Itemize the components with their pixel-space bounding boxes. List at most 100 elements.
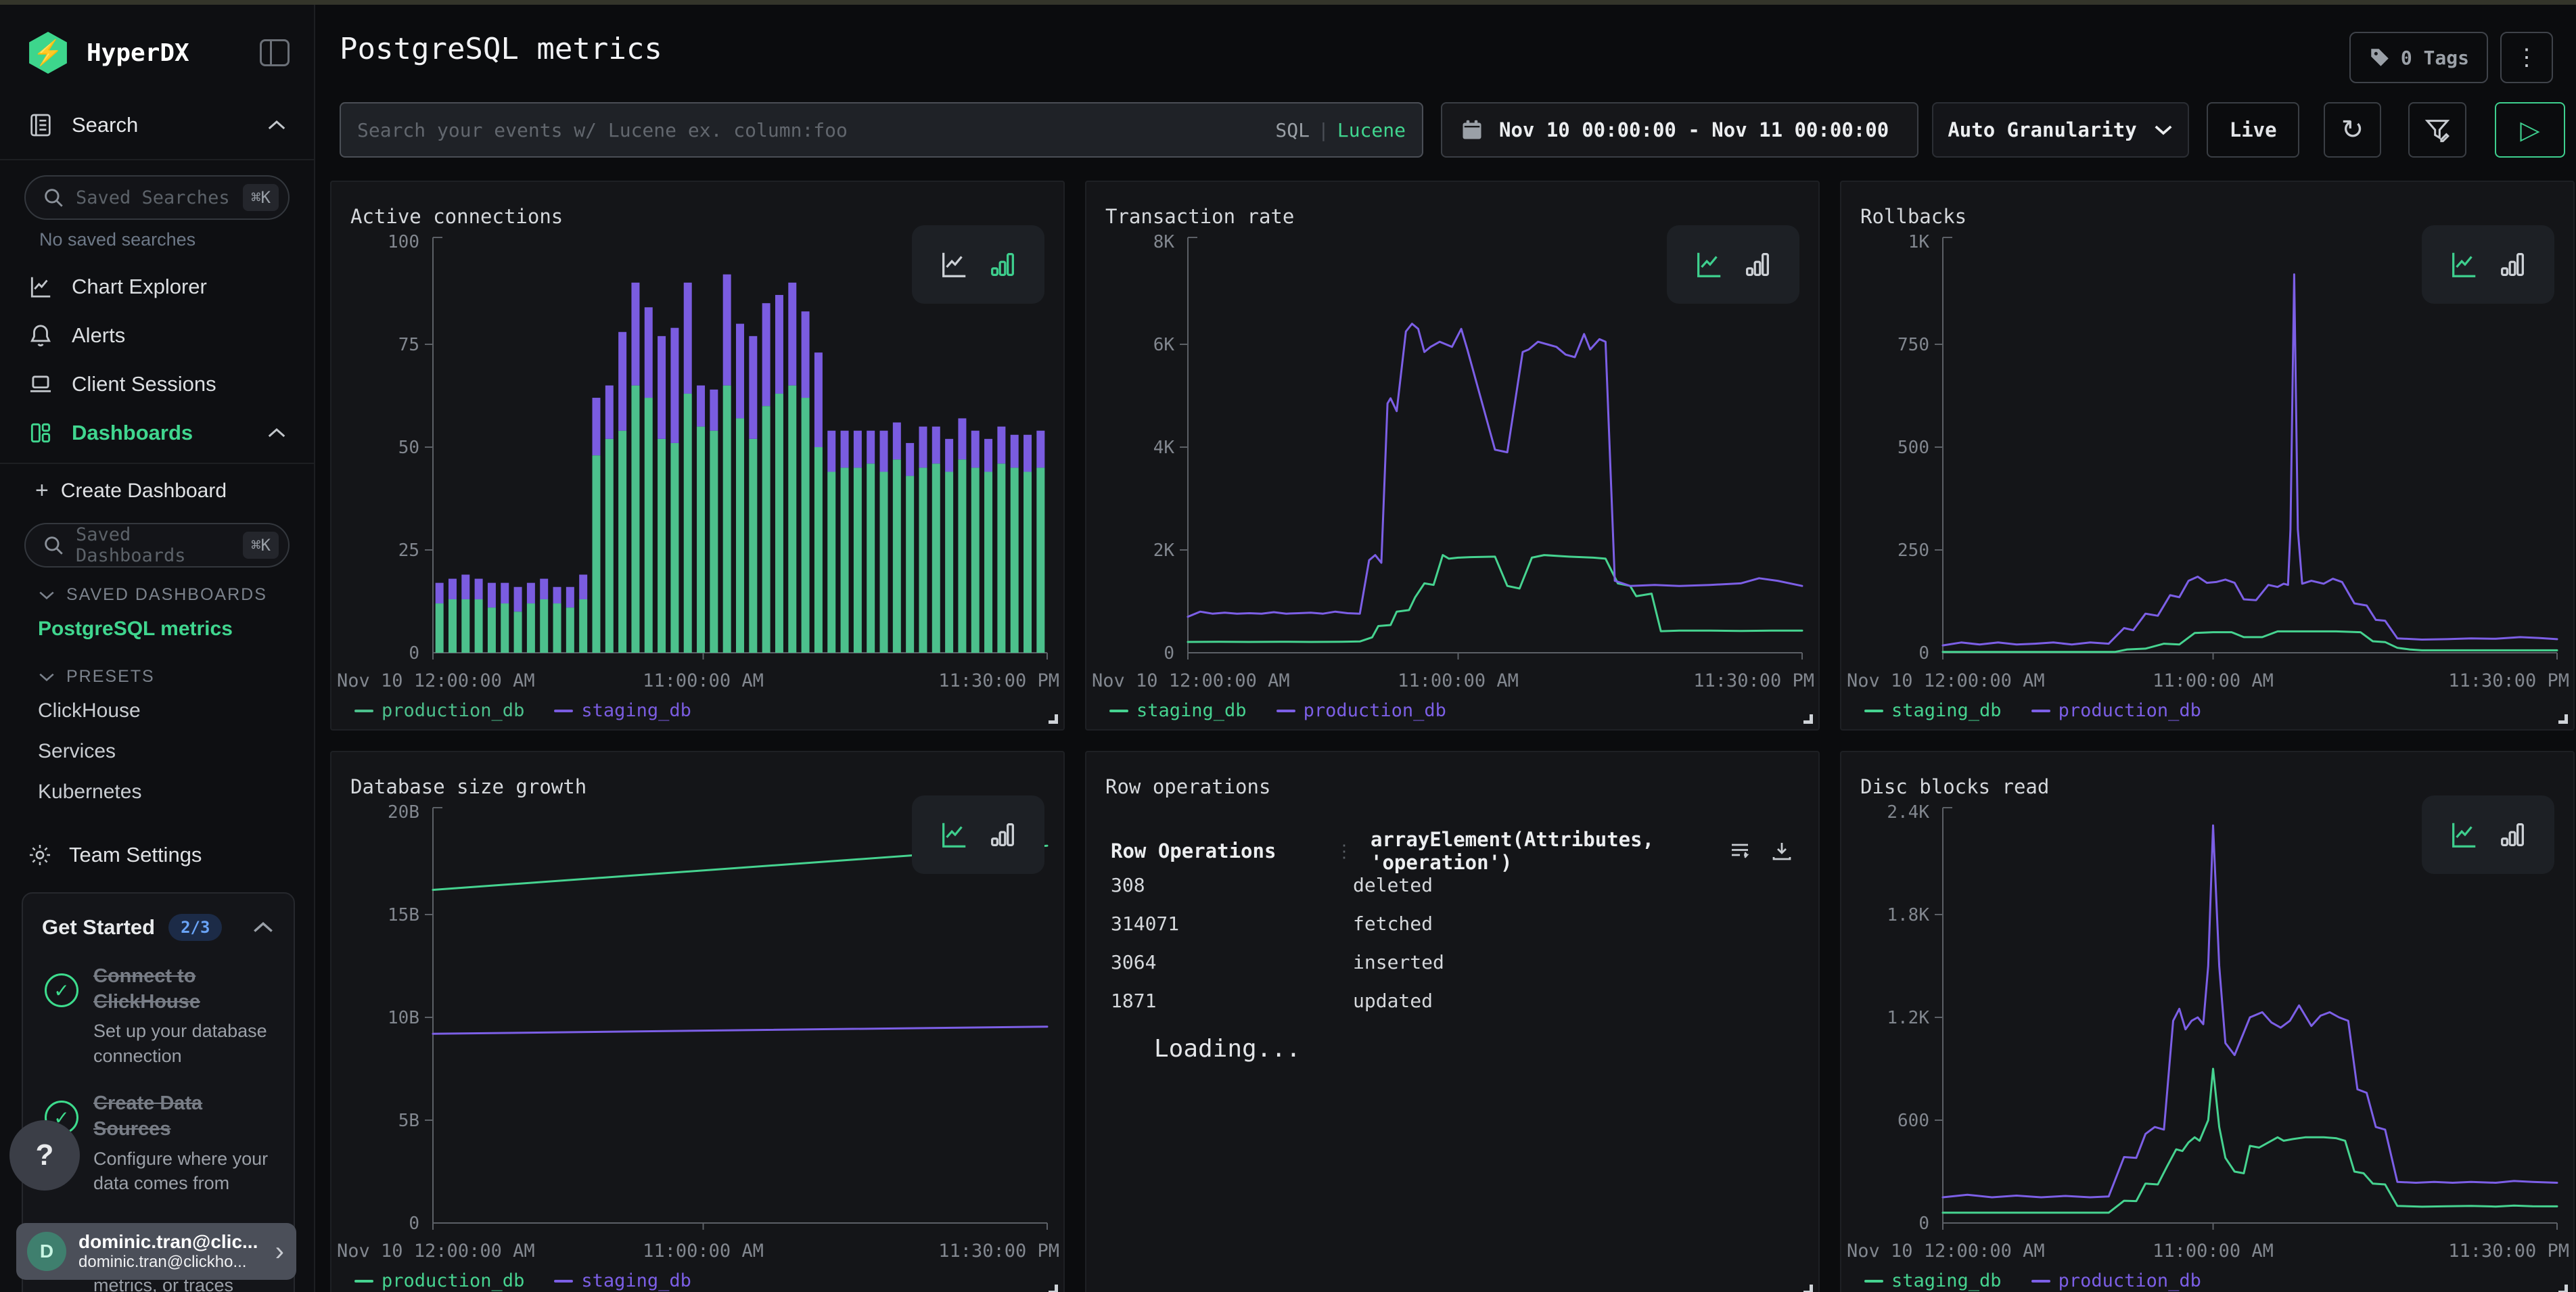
run-query-button[interactable]: ▷	[2495, 102, 2565, 158]
chevron-up-icon[interactable]	[267, 426, 287, 440]
sidebar-item-preset[interactable]: ClickHouse	[0, 691, 314, 731]
saved-searches-input[interactable]: Saved Searches ⌘K	[24, 175, 290, 220]
sidebar-item-team-settings[interactable]: Team Settings	[27, 842, 314, 868]
sidebar-item-chart-explorer[interactable]: Chart Explorer	[0, 262, 314, 311]
sidebar-item-client-sessions[interactable]: Client Sessions	[0, 360, 314, 409]
svg-text:11:30:00 PM: 11:30:00 PM	[938, 670, 1059, 691]
loading-text: Loading...	[1154, 1035, 1301, 1063]
table-row[interactable]: 1871updated	[1111, 982, 1794, 1020]
svg-text:Nov 10 12:00:00 AM: Nov 10 12:00:00 AM	[337, 670, 535, 691]
sidebar-item-saved-dashboard[interactable]: PostgreSQL metrics	[0, 609, 314, 649]
more-options-button[interactable]: ⋮	[2500, 32, 2553, 83]
live-button[interactable]: Live	[2207, 102, 2299, 158]
svg-text:11:00:00 AM: 11:00:00 AM	[643, 1241, 764, 1262]
bar-mode-icon[interactable]	[987, 819, 1018, 850]
resize-handle[interactable]	[1803, 714, 1813, 724]
get-started-item[interactable]: ✓ Connect to ClickHouse Set up your data…	[42, 964, 275, 1068]
resize-handle[interactable]	[1803, 1285, 1813, 1292]
shortcut-badge: ⌘K	[243, 532, 279, 559]
legend-item-staging_db[interactable]: staging_db	[554, 1270, 691, 1291]
sidebar-collapse-icon[interactable]	[260, 39, 290, 66]
dashboard-grid-icon	[27, 420, 54, 446]
svg-text:100: 100	[388, 232, 419, 252]
panel-rollbacks: Rollbacks 02505007501KNov 10 12:00:00 AM…	[1840, 181, 2575, 731]
chevron-up-icon[interactable]	[267, 118, 287, 132]
svg-text:Nov 10 12:00:00 AM: Nov 10 12:00:00 AM	[1092, 670, 1290, 691]
svg-text:1K: 1K	[1908, 232, 1930, 252]
bar-mode-icon[interactable]	[2497, 819, 2528, 850]
wrap-lines-icon[interactable]	[1728, 839, 1752, 863]
svg-text:75: 75	[398, 335, 419, 355]
chevron-down-icon	[38, 672, 55, 683]
search-icon	[42, 186, 65, 209]
time-range-value: Nov 10 00:00:00 - Nov 11 00:00:00	[1499, 118, 1889, 141]
legend-item-staging_db[interactable]: staging_db	[1864, 700, 2002, 721]
dashboard-grid: Active connections 0255075100Nov 10 12:0…	[330, 181, 2576, 1292]
line-mode-icon[interactable]	[1693, 249, 1724, 280]
panel-database-size-growth: Database size growth 05B10B15B20BNov 10 …	[330, 751, 1065, 1292]
bar-mode-icon[interactable]	[1742, 249, 1773, 280]
granularity-select[interactable]: Auto Granularity	[1932, 102, 2189, 158]
tags-button[interactable]: 0 Tags	[2349, 32, 2488, 83]
sidebar-item-dashboards[interactable]: Dashboards	[0, 409, 314, 457]
top-strip	[0, 0, 2576, 5]
sidebar-item-preset[interactable]: Services	[0, 731, 314, 772]
legend-item-production_db[interactable]: production_db	[2031, 1270, 2201, 1291]
table-row[interactable]: 308deleted	[1111, 866, 1794, 904]
line-mode-icon[interactable]	[938, 249, 969, 280]
table-row[interactable]: 3064inserted	[1111, 943, 1794, 982]
svg-text:8K: 8K	[1153, 232, 1175, 252]
resize-handle[interactable]	[1049, 1285, 1058, 1292]
chart-legend: production_db staging_db	[354, 1270, 691, 1291]
svg-text:0: 0	[1164, 643, 1174, 664]
create-dashboard-button[interactable]: + Create Dashboard	[0, 464, 314, 508]
table-row[interactable]: 314071fetched	[1111, 904, 1794, 943]
svg-text:500: 500	[1898, 438, 1929, 458]
saved-dashboards-input[interactable]: Saved Dashboards ⌘K	[24, 523, 290, 568]
resize-handle[interactable]	[1049, 714, 1058, 724]
legend-item-production_db[interactable]: production_db	[354, 1270, 524, 1291]
refresh-button[interactable]: ↻	[2324, 102, 2380, 158]
download-icon[interactable]	[1770, 839, 1794, 863]
svg-text:750: 750	[1898, 335, 1929, 355]
line-mode-icon[interactable]	[2448, 819, 2479, 850]
chevron-up-icon[interactable]	[252, 920, 275, 935]
lucene-toggle[interactable]: Lucene	[1337, 119, 1406, 141]
chart-legend: production_db staging_db	[354, 700, 691, 721]
line-mode-icon[interactable]	[938, 819, 969, 850]
legend-item-production_db[interactable]: production_db	[2031, 700, 2201, 721]
line-mode-icon[interactable]	[2448, 249, 2479, 280]
column-resize-handle[interactable]: ⋮	[1335, 841, 1353, 862]
chevron-down-icon	[38, 590, 55, 601]
column-header[interactable]: Row Operations	[1111, 839, 1335, 862]
main-content: PostgreSQL metrics 0 Tags ⋮ Search your …	[317, 5, 2576, 1292]
legend-item-staging_db[interactable]: staging_db	[1109, 700, 1247, 721]
sidebar-item-alerts[interactable]: Alerts	[0, 311, 314, 360]
page-title: PostgreSQL metrics	[340, 32, 2349, 66]
bar-mode-icon[interactable]	[987, 249, 1018, 280]
sidebar-item-search[interactable]: Search	[0, 97, 314, 154]
chart-mode-toggle	[1667, 225, 1799, 304]
legend-item-staging_db[interactable]: staging_db	[1864, 1270, 2002, 1291]
legend-item-staging_db[interactable]: staging_db	[554, 700, 691, 721]
legend-item-production_db[interactable]: production_db	[354, 700, 524, 721]
svg-text:25: 25	[398, 540, 419, 561]
bar-mode-icon[interactable]	[2497, 249, 2528, 280]
resize-handle[interactable]	[2558, 1285, 2568, 1292]
filter-button[interactable]	[2408, 102, 2466, 158]
legend-item-production_db[interactable]: production_db	[1276, 700, 1446, 721]
sidebar-item-label: Search	[72, 113, 267, 137]
saved-dashboards-section-header[interactable]: SAVED DASHBOARDS	[38, 585, 314, 605]
svg-text:10B: 10B	[388, 1008, 419, 1028]
user-menu[interactable]: D dominic.tran@clic... dominic.tran@clic…	[16, 1223, 296, 1280]
resize-handle[interactable]	[2558, 714, 2568, 724]
event-search-input[interactable]: Search your events w/ Lucene ex. column:…	[340, 102, 1423, 158]
presets-section-header[interactable]: PRESETS	[38, 667, 314, 687]
sql-toggle[interactable]: SQL	[1275, 119, 1310, 141]
svg-text:15B: 15B	[388, 905, 419, 925]
chevron-down-icon	[2153, 123, 2174, 137]
refresh-icon: ↻	[2341, 114, 2364, 145]
help-button[interactable]: ?	[9, 1120, 80, 1191]
time-range-input[interactable]: Nov 10 00:00:00 - Nov 11 00:00:00	[1441, 102, 1918, 158]
sidebar-item-preset[interactable]: Kubernetes	[0, 772, 314, 812]
